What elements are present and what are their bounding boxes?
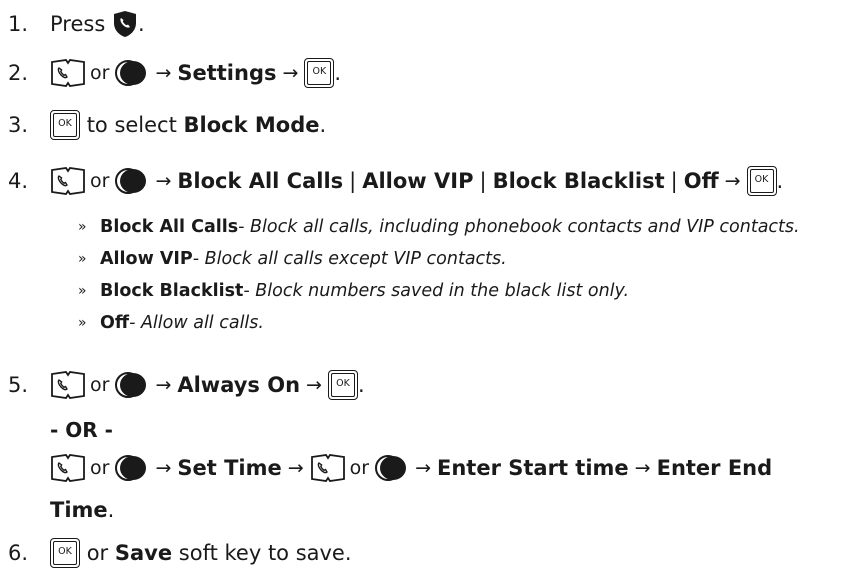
sub-term: Allow VIP xyxy=(100,249,193,269)
arrow: → xyxy=(415,457,432,479)
nav-key-icon xyxy=(115,455,147,481)
option-block-all-calls: Block All Calls xyxy=(177,168,344,193)
or-text: or xyxy=(90,373,110,396)
enter-end-label: Enter End xyxy=(656,456,773,480)
step-number: 4. xyxy=(8,168,29,193)
step-end: . xyxy=(107,498,115,522)
sub-desc: - Block all calls, including phonebook c… xyxy=(238,217,800,237)
set-time-label: Set Time xyxy=(177,456,282,480)
enter-start-time-label: Enter Start time xyxy=(437,456,629,480)
step-number: 5. xyxy=(8,372,29,397)
ok-key-icon: OK xyxy=(327,370,358,400)
step-number: 6. xyxy=(8,540,29,565)
sub-bullet: » Off - Allow all calls. xyxy=(78,313,264,333)
arrow: → xyxy=(155,457,172,479)
nav-key-icon xyxy=(115,60,147,86)
always-on-label: Always On xyxy=(177,372,301,397)
sub-bullet: » Block Blacklist - Block numbers saved … xyxy=(78,281,630,301)
ok-key-icon: OK xyxy=(50,538,80,568)
ok-key-icon: OK xyxy=(746,166,777,196)
or-text: or xyxy=(349,457,370,479)
option-block-blacklist: Block Blacklist xyxy=(492,168,665,193)
step-6: 6. OK or Save soft key to save. xyxy=(0,538,352,568)
or-text: or xyxy=(90,457,110,479)
arrow: → xyxy=(282,61,299,84)
step-1: 1. Press . xyxy=(0,10,145,38)
nav-key-icon xyxy=(115,168,147,194)
sub-desc: - Block all calls except VIP contacts. xyxy=(192,249,507,269)
separator: | xyxy=(479,168,487,193)
phonebook-icon xyxy=(51,454,85,482)
settings-label: Settings xyxy=(177,60,277,85)
arrow: → xyxy=(155,373,172,396)
sub-desc: - Block numbers saved in the black list … xyxy=(243,281,630,301)
step-number: 2. xyxy=(8,60,29,85)
step-5-alt: or → Set Time → or → Enter Start time → … xyxy=(50,454,772,482)
option-allow-vip: Allow VIP xyxy=(362,168,474,193)
arrow: → xyxy=(155,169,172,192)
separator: | xyxy=(349,168,357,193)
step-end: . xyxy=(334,60,342,85)
option-off: Off xyxy=(683,168,719,193)
step-end: . xyxy=(776,168,784,193)
arrow: → xyxy=(306,373,322,396)
step-4: 4. or → Block All Calls | Allow VIP | Bl… xyxy=(0,166,783,196)
step-end: . xyxy=(137,11,145,36)
or-text: or xyxy=(90,169,110,192)
phonebook-icon xyxy=(51,371,85,399)
arrow: → xyxy=(724,169,741,192)
step-5: 5. or → Always On → OK . xyxy=(0,370,365,400)
phone-shield-icon xyxy=(113,11,136,37)
step-end: . xyxy=(319,112,327,137)
ok-key-icon: OK xyxy=(304,58,335,88)
arrow: → xyxy=(634,457,651,479)
sub-term: Block All Calls xyxy=(100,217,239,237)
step-text: or xyxy=(86,540,109,565)
or-text: or xyxy=(90,61,110,84)
step-text: Press xyxy=(50,11,106,36)
phonebook-icon xyxy=(310,454,345,482)
nav-key-icon xyxy=(115,372,147,398)
sub-term: Block Blacklist xyxy=(100,281,244,301)
phonebook-icon xyxy=(51,167,85,195)
sub-desc: - Allow all calls. xyxy=(129,313,264,333)
step-number: 1. xyxy=(8,11,29,36)
time-label: Time xyxy=(50,498,108,522)
step-text: to select xyxy=(86,112,177,137)
step-3: 3. OK to select Block Mode . xyxy=(0,110,326,140)
save-label: Save xyxy=(114,540,173,565)
or-divider: - OR - xyxy=(50,418,113,442)
step-number: 3. xyxy=(8,112,29,137)
step-5-alt-wrap: Time . xyxy=(50,498,114,522)
step-end: . xyxy=(357,372,365,397)
nav-key-icon xyxy=(375,455,407,481)
arrow: → xyxy=(155,61,172,84)
sub-bullet: » Allow VIP - Block all calls except VIP… xyxy=(78,249,507,269)
phonebook-icon xyxy=(51,59,85,87)
ok-key-icon: OK xyxy=(50,110,80,140)
sub-term: Off xyxy=(100,313,130,333)
sub-bullet: » Block All Calls - Block all calls, inc… xyxy=(78,217,800,237)
step-text: soft key to save. xyxy=(178,540,352,565)
block-mode-label: Block Mode xyxy=(183,112,320,137)
arrow: → xyxy=(287,457,304,479)
separator: | xyxy=(670,168,678,193)
step-2: 2. or → Settings → OK . xyxy=(0,58,341,88)
